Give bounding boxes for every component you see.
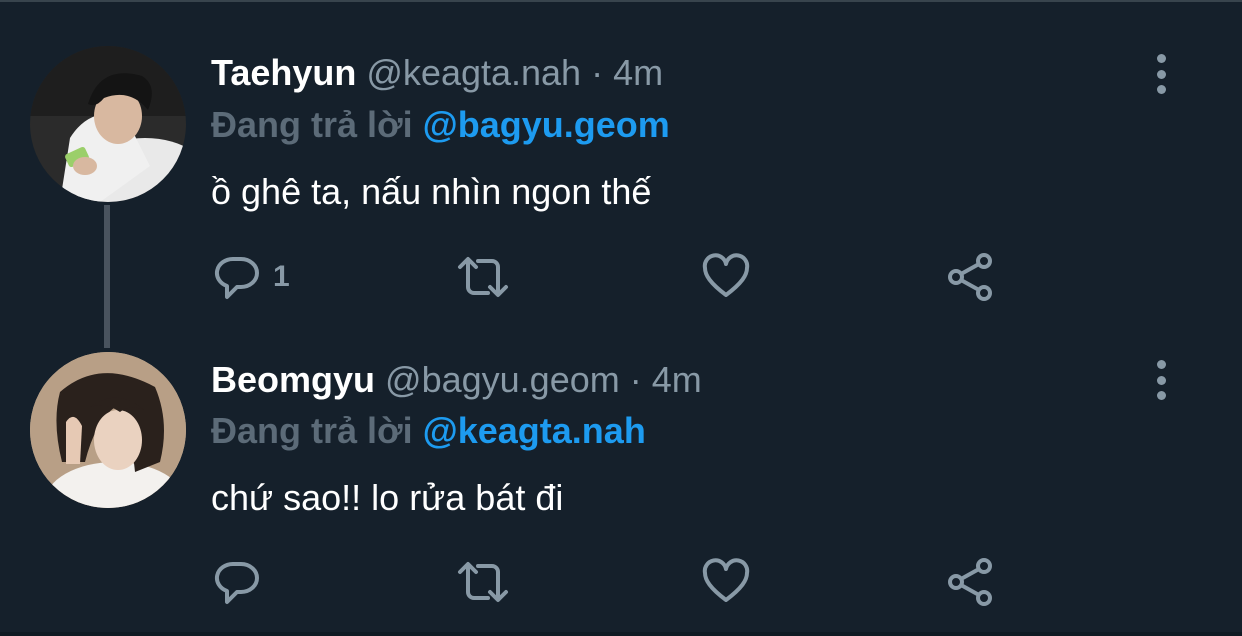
reply-count: 1 [273,260,290,293]
avatar[interactable] [30,46,186,202]
replying-to-label: Đang trả lời [211,104,413,145]
more-options-icon-dot [1156,85,1166,94]
like-icon [702,558,750,602]
more-options-button[interactable] [1141,358,1181,402]
replying-to-label: Đang trả lời [211,410,413,451]
reply-button[interactable] [213,557,273,607]
more-options-icon-dot [1156,391,1166,400]
replying-to: Đang trả lời @bagyu.geom [211,103,670,147]
like-button[interactable] [702,557,750,607]
reply-button[interactable]: 1 [213,252,290,302]
avatar[interactable] [30,352,186,508]
share-icon [948,253,992,301]
timestamp[interactable]: 4m [652,359,702,400]
separator-dot: · [591,52,604,93]
retweet-icon [458,257,508,297]
separator-dot: · [629,359,642,400]
top-divider [0,0,1242,2]
mention-link[interactable]: @bagyu.geom [423,104,670,145]
retweet-button[interactable] [456,252,510,302]
tweet-text: ồ ghê ta, nấu nhìn ngon thế [211,171,652,212]
avatar-image [30,46,186,202]
mention-link[interactable]: @keagta.nah [423,410,646,451]
more-options-button[interactable] [1141,52,1181,96]
timestamp[interactable]: 4m [613,52,663,93]
share-icon [948,558,992,606]
tweet-header: Taehyun @keagta.nah · 4m [211,51,663,95]
share-button[interactable] [946,252,994,302]
replying-to: Đang trả lời @keagta.nah [211,409,646,453]
bottom-divider [0,632,1242,636]
thread-connector-line [104,205,110,348]
display-name[interactable]: Taehyun [211,52,356,93]
display-name[interactable]: Beomgyu [211,359,375,400]
tweet-header: Beomgyu @bagyu.geom · 4m [211,358,702,402]
more-options-icon [1156,360,1166,369]
retweet-icon [458,562,508,602]
retweet-button[interactable] [456,557,510,607]
more-options-icon [1156,54,1166,63]
share-button[interactable] [946,557,994,607]
like-icon [702,253,750,297]
user-handle[interactable]: @keagta.nah [366,52,581,93]
avatar-image [30,352,186,508]
more-options-icon-dot [1156,375,1166,385]
user-handle[interactable]: @bagyu.geom [385,359,620,400]
reply-icon [214,256,259,299]
reply-icon [214,561,259,604]
tweet-text: chứ sao!! lo rửa bát đi [211,477,564,518]
like-button[interactable] [702,252,750,302]
more-options-icon-dot [1156,69,1166,79]
